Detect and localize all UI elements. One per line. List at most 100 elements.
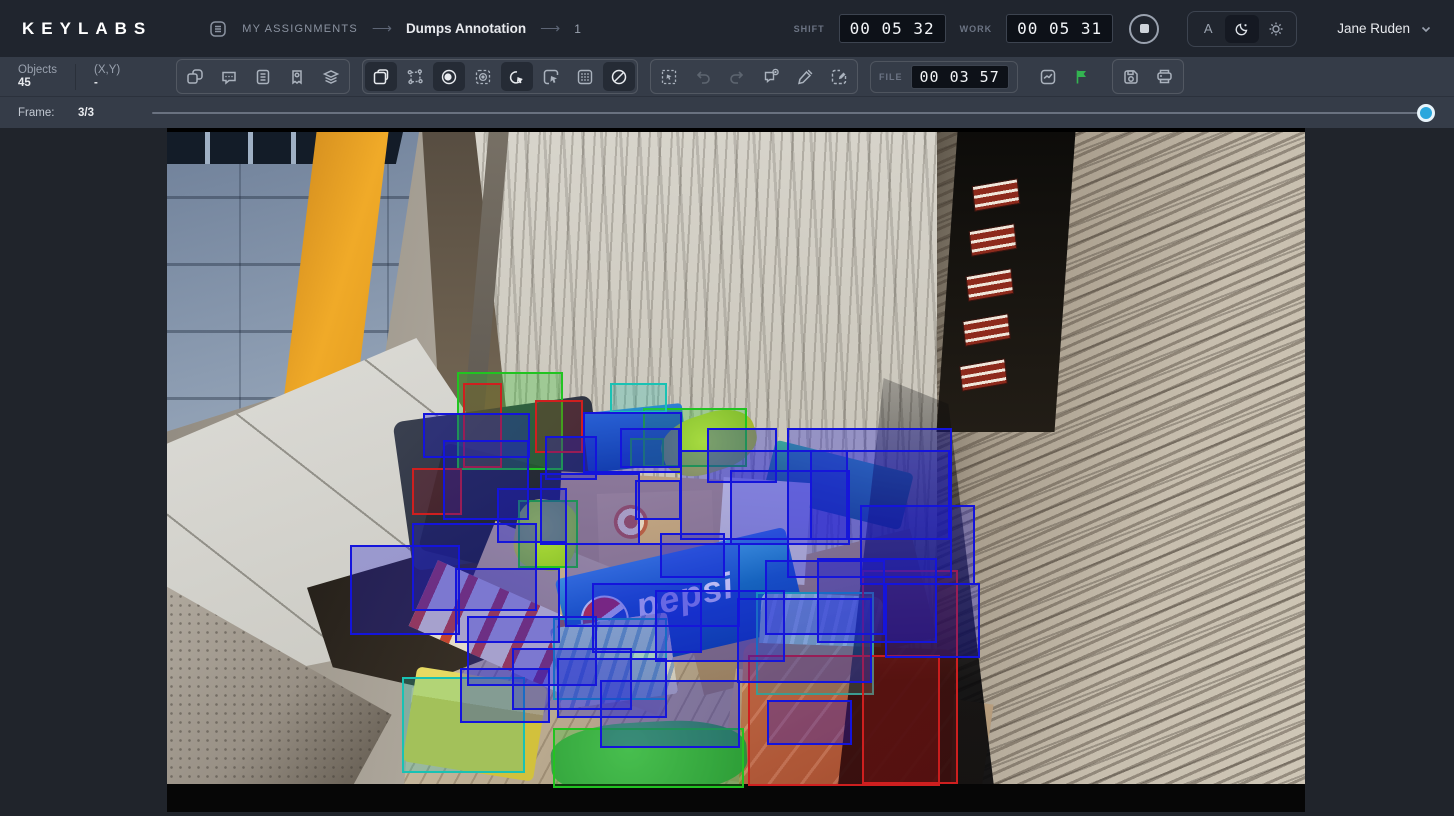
pencil-button[interactable] bbox=[789, 62, 821, 91]
sun-icon bbox=[1268, 21, 1284, 37]
polygon-tool-icon bbox=[406, 68, 424, 86]
polygon-tool-button[interactable] bbox=[399, 62, 431, 91]
redo-button[interactable] bbox=[721, 62, 753, 91]
theme-light-button[interactable] bbox=[1259, 15, 1293, 43]
record-stop-button[interactable] bbox=[1129, 14, 1159, 44]
toolbar: FILE 00 03 57 bbox=[0, 57, 1454, 96]
tag-icon bbox=[288, 68, 306, 86]
frame-row: Frame: 3/3 bbox=[0, 96, 1454, 128]
frame-slider-handle[interactable] bbox=[1417, 104, 1435, 122]
ellipse-tool-button[interactable] bbox=[433, 62, 465, 91]
flag-icon bbox=[1073, 68, 1091, 86]
annotation-box-blue[interactable] bbox=[350, 545, 460, 635]
annotation-canvas[interactable]: t.com pepsi 12 bbox=[0, 128, 1454, 816]
smart-tool-icon bbox=[474, 68, 492, 86]
annotation-box-blue[interactable] bbox=[860, 505, 975, 585]
annotation-box-blue[interactable] bbox=[600, 680, 740, 748]
breadcrumb-project[interactable]: Dumps Annotation bbox=[406, 21, 526, 36]
none-tool-button[interactable] bbox=[603, 62, 635, 91]
user-name: Jane Ruden bbox=[1337, 21, 1410, 36]
edit-box-button[interactable] bbox=[823, 62, 855, 91]
bounding-box-tool-icon bbox=[372, 68, 390, 86]
matrix-tool-button[interactable] bbox=[569, 62, 601, 91]
lasso-tool-icon bbox=[508, 68, 526, 86]
undo-button[interactable] bbox=[687, 62, 719, 91]
validate-icon bbox=[1039, 68, 1057, 86]
layers-icon bbox=[322, 68, 340, 86]
breadcrumb-arrow-icon: ⟶ bbox=[372, 20, 392, 37]
user-menu[interactable]: Jane Ruden bbox=[1337, 21, 1432, 36]
frame-slider[interactable] bbox=[152, 103, 1432, 123]
keylabs-app: KEYLABS MY ASSIGNMENTS ⟶ Dumps Annotatio… bbox=[0, 0, 1454, 816]
redo-icon bbox=[728, 68, 746, 86]
save-icon bbox=[1122, 68, 1140, 86]
annotation-box-blue[interactable] bbox=[635, 480, 681, 520]
annotation-box-blue[interactable] bbox=[540, 473, 640, 545]
checklist-button[interactable] bbox=[247, 62, 279, 91]
file-label: FILE bbox=[879, 72, 903, 82]
pointer-box-tool-button[interactable] bbox=[535, 62, 567, 91]
ai-badge-button[interactable] bbox=[755, 62, 787, 91]
toolbar-groups: FILE 00 03 57 bbox=[176, 59, 1184, 94]
breadcrumb-task-number[interactable]: 1 bbox=[574, 22, 581, 36]
stop-icon bbox=[1140, 24, 1149, 33]
tag-button[interactable] bbox=[281, 62, 313, 91]
validate-button[interactable] bbox=[1032, 62, 1064, 91]
assignments-icon bbox=[208, 19, 228, 39]
checklist-icon bbox=[254, 68, 272, 86]
panels-group bbox=[176, 59, 350, 94]
annotation-box-blue[interactable] bbox=[885, 583, 980, 658]
marquee-select-button[interactable] bbox=[653, 62, 685, 91]
pencil-icon bbox=[796, 68, 814, 86]
stats-block: Objects 45 (X,Y) - bbox=[0, 57, 138, 96]
theme-auto-button[interactable]: A bbox=[1191, 15, 1225, 43]
annotation-box-teal[interactable] bbox=[610, 383, 667, 413]
breadcrumb: MY ASSIGNMENTS ⟶ Dumps Annotation ⟶ 1 bbox=[208, 19, 581, 39]
bounding-box-tool-button[interactable] bbox=[365, 62, 397, 91]
edit-box-icon bbox=[830, 68, 848, 86]
marquee-select-icon bbox=[660, 68, 678, 86]
annotation-box-blue[interactable] bbox=[620, 428, 680, 468]
smart-tool-button[interactable] bbox=[467, 62, 499, 91]
shift-timer: 00 05 32 bbox=[839, 14, 946, 43]
xy-label: (X,Y) bbox=[94, 64, 120, 77]
keylabs-logo[interactable]: KEYLABS bbox=[22, 19, 152, 39]
frame-value: 3/3 bbox=[78, 107, 136, 119]
objects-panel-icon bbox=[186, 68, 204, 86]
objects-counter: Objects 45 bbox=[0, 62, 75, 92]
top-bar-right: SHIFT 00 05 32 WORK 00 05 31 A bbox=[794, 11, 1432, 47]
objects-panel-button[interactable] bbox=[179, 62, 211, 91]
work-timer: 00 05 31 bbox=[1006, 14, 1113, 43]
layers-button[interactable] bbox=[315, 62, 347, 91]
ellipse-tool-icon bbox=[440, 68, 458, 86]
pointer-box-tool-icon bbox=[542, 68, 560, 86]
comments-icon bbox=[220, 68, 238, 86]
lasso-tool-button[interactable] bbox=[501, 62, 533, 91]
comments-button[interactable] bbox=[213, 62, 245, 91]
breadcrumb-my-assignments[interactable]: MY ASSIGNMENTS bbox=[242, 23, 358, 35]
breadcrumb-arrow-icon: ⟶ bbox=[540, 20, 560, 37]
print-button[interactable] bbox=[1149, 62, 1181, 91]
save-button[interactable] bbox=[1115, 62, 1147, 91]
theme-dark-button[interactable] bbox=[1225, 15, 1259, 43]
matrix-tool-icon bbox=[576, 68, 594, 86]
review-group bbox=[1030, 60, 1100, 93]
xy-readout: (X,Y) - bbox=[76, 62, 138, 92]
flag-button[interactable] bbox=[1066, 62, 1098, 91]
top-bar: KEYLABS MY ASSIGNMENTS ⟶ Dumps Annotatio… bbox=[0, 0, 1454, 57]
annotation-overlay bbox=[167, 128, 1305, 812]
file-timer: 00 03 57 bbox=[911, 65, 1009, 89]
objects-label: Objects bbox=[18, 64, 57, 77]
print-icon bbox=[1155, 67, 1174, 86]
theme-toggle: A bbox=[1187, 11, 1297, 47]
xy-value: - bbox=[94, 77, 120, 90]
file-timer-group: FILE 00 03 57 bbox=[870, 61, 1018, 93]
chevron-down-icon bbox=[1420, 23, 1432, 35]
annotated-image[interactable]: t.com pepsi 12 bbox=[167, 128, 1305, 812]
save-group bbox=[1112, 59, 1184, 94]
none-tool-icon bbox=[610, 68, 628, 86]
edit-group bbox=[650, 59, 858, 94]
frame-slider-track[interactable] bbox=[152, 112, 1432, 114]
annotation-box-blue[interactable] bbox=[767, 700, 852, 745]
frame-label: Frame: bbox=[18, 107, 78, 119]
